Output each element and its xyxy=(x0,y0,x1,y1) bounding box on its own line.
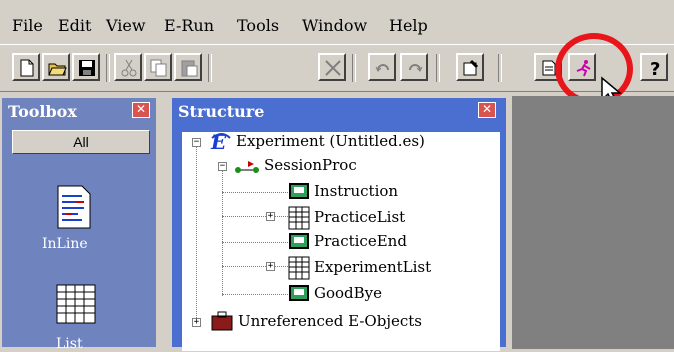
paste-button[interactable] xyxy=(174,53,202,81)
menu-view[interactable]: View xyxy=(106,16,146,35)
open-button[interactable] xyxy=(42,53,70,81)
menu-window[interactable]: Window xyxy=(302,16,367,35)
tree-node-sessionproc[interactable]: SessionProc xyxy=(264,156,357,174)
experiment-e-icon: E xyxy=(210,132,231,152)
menu-help[interactable]: Help xyxy=(389,16,428,35)
delete-button[interactable] xyxy=(318,53,346,81)
new-file-icon xyxy=(20,59,34,77)
redo-icon xyxy=(409,64,423,72)
structure-title: Structure xyxy=(178,102,265,121)
list-grid-icon xyxy=(56,284,96,324)
tree-node-experimentlist[interactable]: ExperimentList xyxy=(314,258,431,276)
tree-line xyxy=(222,266,288,267)
tree-line xyxy=(196,146,197,326)
undo-button[interactable] xyxy=(368,53,396,81)
menu-tools[interactable]: Tools xyxy=(237,16,279,35)
tree-node-practiceend[interactable]: PracticeEnd xyxy=(314,232,407,250)
collapse-toggle[interactable]: − xyxy=(218,162,227,171)
cut-button[interactable] xyxy=(114,53,142,81)
copy-button[interactable] xyxy=(144,53,172,81)
properties-button[interactable] xyxy=(456,53,484,81)
toolbox-close-button[interactable]: ✕ xyxy=(132,102,150,118)
expand-toggle[interactable]: + xyxy=(266,262,275,271)
tree-node-practicelist[interactable]: PracticeList xyxy=(314,208,405,226)
toolbox-item-label: List xyxy=(56,336,83,352)
toolbar-separator xyxy=(436,54,440,82)
save-disk-icon xyxy=(79,60,95,76)
tree-node-instruction[interactable]: Instruction xyxy=(314,182,398,200)
menu-bar: File Edit View E-Run Tools Window Help xyxy=(0,0,674,40)
redo-button[interactable] xyxy=(400,53,428,81)
toolbox-panel: Toolbox ✕ All InLine List xyxy=(0,96,158,352)
briefcase-icon xyxy=(211,311,233,331)
menu-e-run[interactable]: E-Run xyxy=(164,16,214,35)
open-folder-icon xyxy=(48,63,67,76)
help-question-icon: ? xyxy=(650,59,660,78)
toolbox-item-list[interactable]: List xyxy=(42,284,112,352)
expand-toggle[interactable]: + xyxy=(266,212,275,221)
toolbar-separator xyxy=(208,54,212,82)
text-display-icon xyxy=(289,183,309,199)
toolbar-separator xyxy=(352,54,356,82)
menu-edit[interactable]: Edit xyxy=(58,16,91,35)
delete-x-icon xyxy=(325,60,341,76)
scissors-icon xyxy=(121,59,137,77)
clipboard-icon xyxy=(181,60,198,77)
text-display-icon xyxy=(289,285,309,301)
svg-text:?: ? xyxy=(650,59,660,78)
tree-line xyxy=(222,216,288,217)
tree-line xyxy=(222,192,288,193)
toolbar-separator xyxy=(106,54,110,82)
structure-panel: Structure ✕ − E Experiment (Untitled.es)… xyxy=(170,96,508,351)
tree-line xyxy=(222,242,288,243)
tree-line xyxy=(222,294,288,295)
toolbar-separator xyxy=(498,54,502,82)
new-button[interactable] xyxy=(12,53,40,81)
save-button[interactable] xyxy=(72,53,100,81)
help-button[interactable]: ? xyxy=(640,53,668,81)
list-icon xyxy=(288,256,310,280)
toolbox-item-label: InLine xyxy=(42,236,88,252)
structure-tree: − E Experiment (Untitled.es) − SessionPr… xyxy=(182,132,500,351)
tree-node-experiment[interactable]: Experiment (Untitled.es) xyxy=(236,132,425,150)
tree-node-goodbye[interactable]: GoodBye xyxy=(314,284,382,302)
workspace-area xyxy=(512,96,674,349)
collapse-toggle[interactable]: − xyxy=(192,138,201,147)
copy-icon xyxy=(150,59,167,77)
toolbox-title: Toolbox xyxy=(8,102,77,121)
tree-node-unreferenced[interactable]: Unreferenced E-Objects xyxy=(238,312,422,330)
tree-line xyxy=(222,170,223,296)
expand-toggle[interactable]: + xyxy=(192,318,201,327)
list-icon xyxy=(288,206,310,230)
toolbox-item-inline[interactable]: InLine xyxy=(42,184,112,264)
properties-icon xyxy=(463,59,479,76)
structure-close-button[interactable]: ✕ xyxy=(478,102,496,118)
undo-icon xyxy=(375,64,389,72)
toolbox-all-button[interactable]: All xyxy=(12,130,150,154)
text-display-icon xyxy=(289,233,309,249)
menu-file[interactable]: File xyxy=(12,16,43,35)
inline-script-icon xyxy=(57,185,91,229)
procedure-icon xyxy=(235,161,259,173)
